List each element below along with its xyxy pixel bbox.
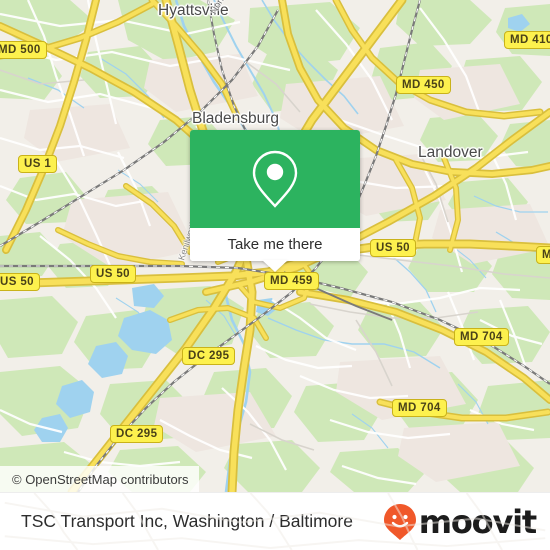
- road-shield: MD 410: [504, 31, 550, 49]
- place-label: Landover: [418, 144, 483, 161]
- take-me-there-button[interactable]: Take me there: [190, 228, 360, 261]
- road-shield: DC 295: [182, 347, 236, 365]
- moovit-wordmark: moovit: [418, 502, 537, 541]
- map-pin-icon: [252, 150, 298, 208]
- page-title: TSC Transport Inc, Washington / Baltimor…: [21, 511, 353, 531]
- road-shield: MD 459: [264, 272, 319, 290]
- road-shield: MD 704: [392, 399, 447, 417]
- place-label: Bladensburg: [192, 110, 280, 127]
- road-shield: M: [536, 246, 550, 264]
- moovit-station-map-screenshot: MD 500 MD 410 MD 450 US 1 US 50 MD 459 US 50 US…: [0, 0, 550, 550]
- footer-bar: TSC Transport Inc, Washington / Baltimor…: [0, 492, 550, 550]
- road-shield: US 1: [18, 155, 58, 173]
- road-shield: US 50: [90, 265, 136, 283]
- road-shield: DC 295: [110, 425, 164, 443]
- road-shield: MD 704: [454, 328, 509, 346]
- road-shield: MD 500: [0, 41, 47, 59]
- station-popup-card[interactable]: Take me there: [190, 130, 360, 261]
- road-shield: MD 450: [396, 76, 451, 94]
- popup-hero-banner: [190, 130, 360, 228]
- moovit-logo[interactable]: moovit: [383, 502, 537, 541]
- road-shield: US 50: [0, 273, 40, 291]
- road-shield: US 50: [370, 239, 416, 257]
- osm-attribution[interactable]: © OpenStreetMap contributors: [0, 466, 199, 492]
- popup-pointer-tail: [262, 260, 288, 272]
- moovit-smiley-pin-icon: [383, 503, 416, 540]
- map-canvas[interactable]: MD 500 MD 410 MD 450 US 1 US 50 MD 459 US 50 US…: [0, 0, 550, 492]
